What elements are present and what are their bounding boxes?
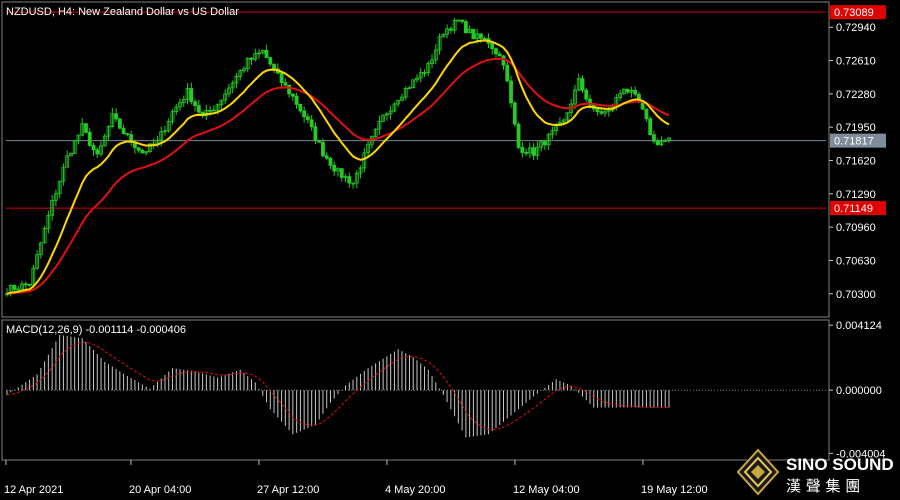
current-price-tag: 0.71817 xyxy=(834,136,874,148)
candle-body xyxy=(633,90,638,95)
candle-body xyxy=(497,53,502,57)
candle-body xyxy=(27,284,32,286)
logo-diamond-icon xyxy=(736,448,780,496)
logo-brand-name: SINO SOUND xyxy=(786,455,894,474)
macd-axis-tick-label: 0.000000 xyxy=(836,385,882,397)
candle-body xyxy=(482,37,487,40)
candle-body xyxy=(298,104,303,112)
candle-body xyxy=(95,149,100,155)
candle-body xyxy=(279,72,284,83)
time-axis-tick-label: 4 May 20:00 xyxy=(385,484,446,496)
time-axis-tick-label: 27 Apr 12:00 xyxy=(257,484,319,496)
candle-body xyxy=(505,64,510,82)
candle-body xyxy=(290,93,295,97)
candle-body xyxy=(509,80,513,104)
candle-body xyxy=(490,42,495,50)
candle-body xyxy=(599,111,604,114)
candle-body xyxy=(125,133,130,135)
candle-body xyxy=(324,155,329,159)
price-axis-tick-label: 0.72280 xyxy=(836,89,876,101)
candle-body xyxy=(494,48,498,55)
logo-chinese-name: 漢 聲 集 團 xyxy=(786,477,860,495)
trading-chart: 0.72940 0.72610 0.72280 0.71950 0.71620 0.712… xyxy=(0,0,900,500)
candle-body xyxy=(584,89,589,100)
candle-body xyxy=(294,95,299,105)
candle-body xyxy=(580,78,585,91)
candle-body xyxy=(648,118,653,136)
candle-body xyxy=(321,141,325,157)
price-axis-tick-label: 0.72610 xyxy=(836,56,876,68)
candle-body xyxy=(347,176,352,184)
candle-body xyxy=(309,119,314,128)
time-axis-tick-label: 12 May 04:00 xyxy=(513,484,580,496)
candle-body xyxy=(114,113,118,120)
candle-body xyxy=(524,152,528,154)
candle-body xyxy=(272,63,276,70)
candle-body xyxy=(644,108,649,120)
candle-body xyxy=(471,28,476,40)
candle-body xyxy=(193,101,197,106)
candle-body xyxy=(268,57,273,65)
candle-body xyxy=(542,141,547,146)
candle-body xyxy=(287,84,292,95)
candle-body xyxy=(652,134,656,142)
candle-body xyxy=(87,131,92,146)
candle-body xyxy=(516,123,521,148)
candle-body xyxy=(501,55,506,66)
time-axis-tick-label: 12 Apr 2021 xyxy=(4,484,63,496)
lower-line-price-tag: 0.71149 xyxy=(834,203,873,215)
price-axis-tick-label: 0.71290 xyxy=(836,189,876,201)
price-axis-tick-label: 0.71950 xyxy=(836,122,876,134)
candle-body xyxy=(317,140,322,143)
candle-body xyxy=(283,82,288,86)
candle-body xyxy=(479,33,483,39)
candle-body xyxy=(140,149,145,154)
price-axis-tick-label: 0.70960 xyxy=(836,222,876,234)
candle-body xyxy=(460,19,465,22)
price-panel-title: NZDUSD, H4: New Zealand Dollar vs US Dol… xyxy=(6,6,239,18)
candle-body xyxy=(306,116,310,121)
macd-panel-title: MACD(12,26,9) -0.001114 -0.000406 xyxy=(6,324,186,336)
candle-body xyxy=(117,118,122,129)
candle-body xyxy=(448,28,453,31)
candle-body xyxy=(520,146,525,153)
chart-background xyxy=(0,0,900,500)
candle-body xyxy=(121,127,126,134)
candle-body xyxy=(189,88,194,103)
macd-axis-tick-label: 0.004124 xyxy=(836,320,882,332)
candle-body xyxy=(23,283,28,286)
candle-body xyxy=(249,57,254,60)
candle-body xyxy=(84,123,88,133)
candle-body xyxy=(208,109,213,112)
candle-body xyxy=(196,105,201,113)
price-axis-tick-label: 0.70300 xyxy=(836,289,876,301)
candle-body xyxy=(264,49,269,59)
price-axis-tick-label: 0.71620 xyxy=(836,156,876,168)
candle-body xyxy=(595,108,600,112)
price-axis-tick-label: 0.72940 xyxy=(836,22,876,34)
candle-body xyxy=(463,21,468,34)
candle-body xyxy=(328,157,333,166)
candle-body xyxy=(302,110,307,118)
candle-body xyxy=(91,144,96,151)
time-axis-tick-label: 19 May 12:00 xyxy=(641,484,708,496)
candle-body xyxy=(531,147,536,156)
candle-body xyxy=(332,164,337,172)
candle-body xyxy=(625,88,630,93)
upper-line-price-tag: 0.73089 xyxy=(834,7,874,19)
candle-body xyxy=(313,126,318,141)
candle-body xyxy=(339,168,344,178)
candle-body xyxy=(136,147,141,151)
candle-body xyxy=(655,140,660,146)
time-axis-tick-label: 20 Apr 04:00 xyxy=(129,484,191,496)
sino-sound-logo: SINO SOUND 漢 聲 集 團 xyxy=(736,448,894,496)
candle-body xyxy=(12,284,17,290)
price-axis-tick-label: 0.70630 xyxy=(836,255,876,267)
candle-body xyxy=(512,102,517,125)
